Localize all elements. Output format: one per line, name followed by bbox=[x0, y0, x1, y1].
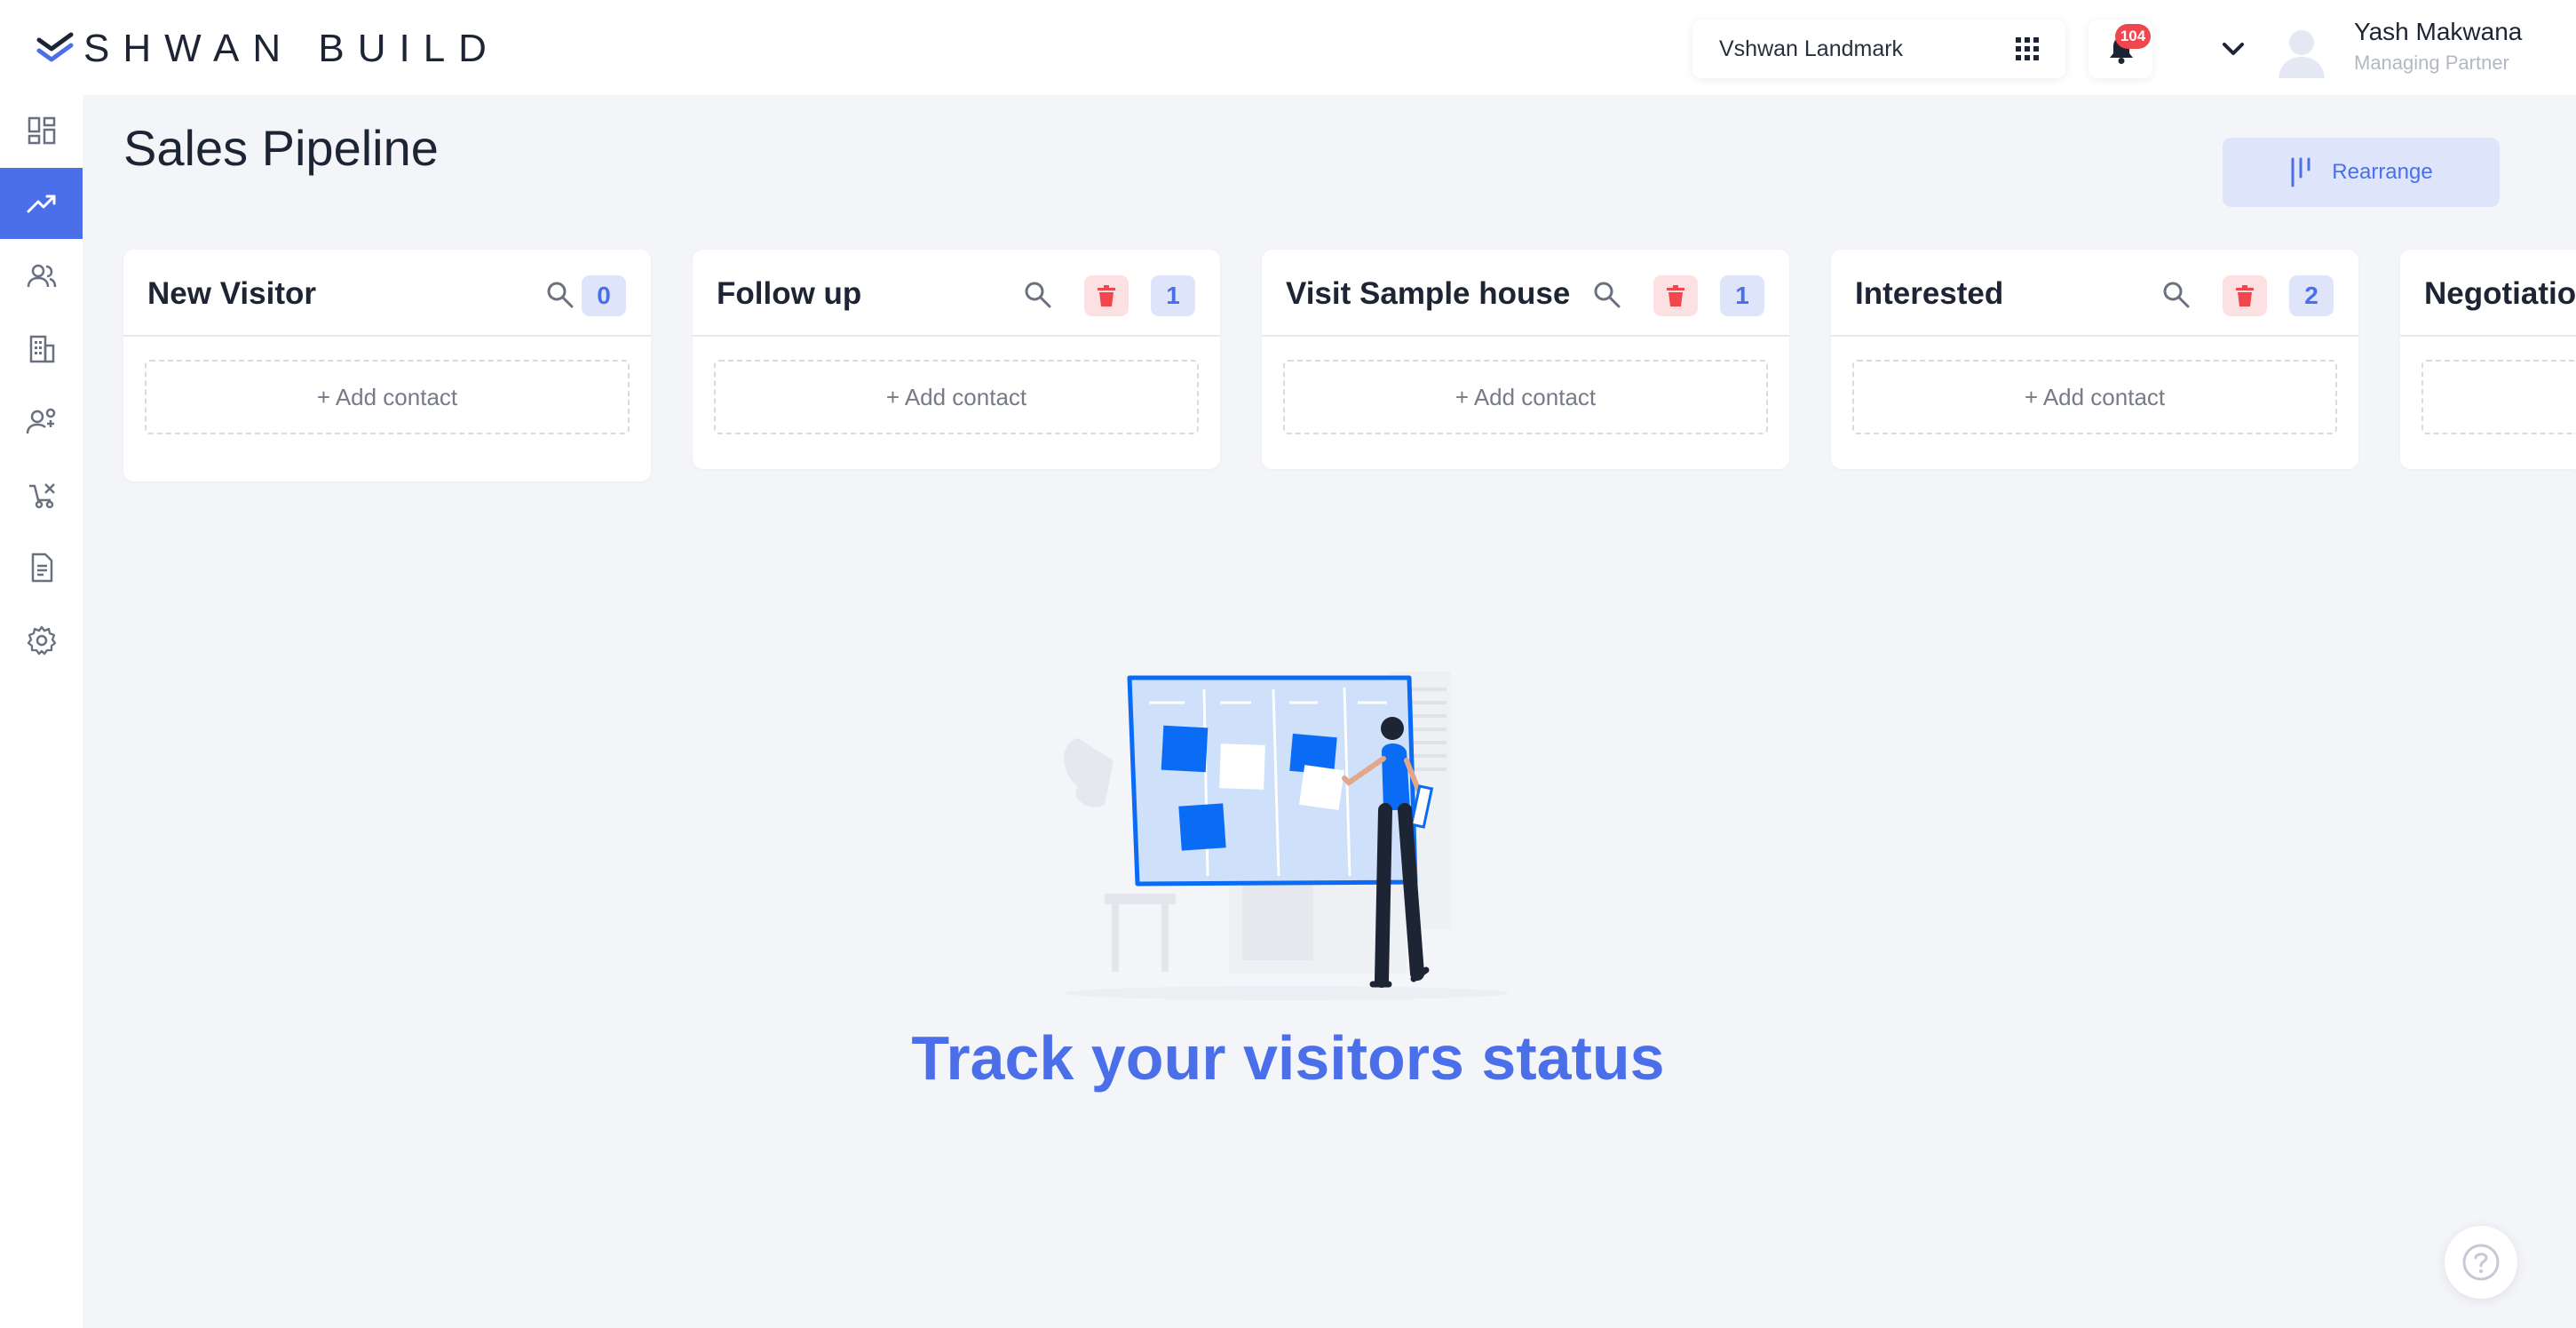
top-bar: SHWAN BUILD Vshwan Landmark 104 Yash Mak… bbox=[0, 0, 2576, 95]
rearrange-button[interactable]: Rearrange bbox=[2223, 138, 2500, 207]
search-icon[interactable] bbox=[544, 279, 575, 309]
trending-up-icon bbox=[27, 195, 55, 213]
column-title: New Visitor bbox=[147, 276, 316, 311]
apps-grid-icon[interactable] bbox=[2016, 37, 2039, 60]
sidebar-item-team[interactable] bbox=[0, 386, 83, 457]
add-contact-button[interactable] bbox=[2421, 360, 2576, 434]
user-name: Yash Makwana bbox=[2354, 18, 2523, 45]
sidebar-item-documents[interactable] bbox=[0, 532, 83, 603]
trash-icon bbox=[2236, 285, 2254, 306]
sidebar bbox=[0, 95, 83, 1328]
add-contact-button[interactable]: + Add contact bbox=[714, 360, 1199, 434]
logo-check-icon bbox=[36, 32, 74, 62]
column-header: Negotiatio bbox=[2400, 250, 2576, 337]
avatar[interactable] bbox=[2277, 27, 2326, 80]
pipeline-column-visit-sample-house: Visit Sample house 1 + Add contact bbox=[1262, 250, 1789, 469]
column-header: Visit Sample house 1 bbox=[1262, 250, 1789, 337]
search-icon[interactable] bbox=[2160, 279, 2191, 309]
search-icon[interactable] bbox=[1022, 279, 1052, 309]
add-contact-button[interactable]: + Add contact bbox=[1852, 360, 2337, 434]
help-button[interactable] bbox=[2445, 1226, 2517, 1299]
sidebar-item-projects[interactable] bbox=[0, 314, 83, 385]
page-title: Sales Pipeline bbox=[123, 120, 439, 176]
document-icon bbox=[31, 553, 52, 583]
logo-text: SHWAN BUILD bbox=[83, 27, 500, 70]
users-icon bbox=[27, 264, 56, 288]
building-icon bbox=[29, 335, 54, 363]
add-contact-button[interactable]: + Add contact bbox=[145, 360, 630, 434]
trash-icon bbox=[1667, 285, 1684, 306]
delete-column-button[interactable] bbox=[2223, 275, 2267, 316]
sidebar-item-dashboard[interactable] bbox=[0, 95, 83, 166]
delete-column-button[interactable] bbox=[1653, 275, 1698, 316]
column-header: New Visitor 0 bbox=[123, 250, 651, 337]
empty-state-message: Track your visitors status bbox=[911, 1023, 1665, 1093]
pipeline-column-interested: Interested 2 + Add contact bbox=[1831, 250, 2358, 469]
sidebar-item-settings[interactable] bbox=[0, 605, 83, 676]
search-icon[interactable] bbox=[1591, 279, 1621, 309]
add-contact-button[interactable]: + Add contact bbox=[1283, 360, 1768, 434]
gear-icon bbox=[27, 625, 56, 656]
notifications-button[interactable]: 104 bbox=[2089, 20, 2152, 78]
column-title: Interested bbox=[1855, 276, 2004, 311]
rearrange-icon bbox=[2291, 157, 2310, 187]
column-header: Interested 2 bbox=[1831, 250, 2358, 337]
pipeline-column-new-visitor: New Visitor 0 + Add contact bbox=[123, 250, 651, 481]
dashboard-icon bbox=[28, 116, 55, 145]
chevron-down-icon[interactable] bbox=[2222, 41, 2245, 57]
user-settings-icon bbox=[26, 408, 55, 434]
user-role: Managing Partner bbox=[2354, 52, 2509, 74]
column-title: Follow up bbox=[717, 276, 862, 311]
column-title: Visit Sample house bbox=[1286, 276, 1571, 311]
rearrange-label: Rearrange bbox=[2332, 160, 2433, 184]
empty-state-illustration bbox=[1064, 672, 1509, 1000]
sidebar-item-contacts[interactable] bbox=[0, 241, 83, 312]
pipeline-column-negotiation: Negotiatio bbox=[2400, 250, 2576, 469]
pipeline-column-follow-up: Follow up 1 + Add contact bbox=[693, 250, 1220, 469]
help-icon bbox=[2462, 1244, 2500, 1281]
column-count-badge: 1 bbox=[1720, 275, 1764, 316]
column-title: Negotiatio bbox=[2424, 276, 2576, 311]
sidebar-item-sales-pipeline[interactable] bbox=[0, 168, 83, 239]
column-count-badge: 1 bbox=[1151, 275, 1195, 316]
column-count-badge: 0 bbox=[582, 275, 626, 316]
logo[interactable]: SHWAN BUILD bbox=[36, 27, 500, 71]
project-selector[interactable]: Vshwan Landmark bbox=[1692, 20, 2065, 78]
column-header: Follow up 1 bbox=[693, 250, 1220, 337]
delete-column-button[interactable] bbox=[1084, 275, 1129, 316]
project-name: Vshwan Landmark bbox=[1719, 36, 1904, 61]
trash-icon bbox=[1098, 285, 1115, 306]
sidebar-item-brokers[interactable] bbox=[0, 459, 83, 530]
notification-badge: 104 bbox=[2115, 24, 2151, 49]
column-count-badge: 2 bbox=[2289, 275, 2334, 316]
broker-icon bbox=[28, 483, 55, 509]
